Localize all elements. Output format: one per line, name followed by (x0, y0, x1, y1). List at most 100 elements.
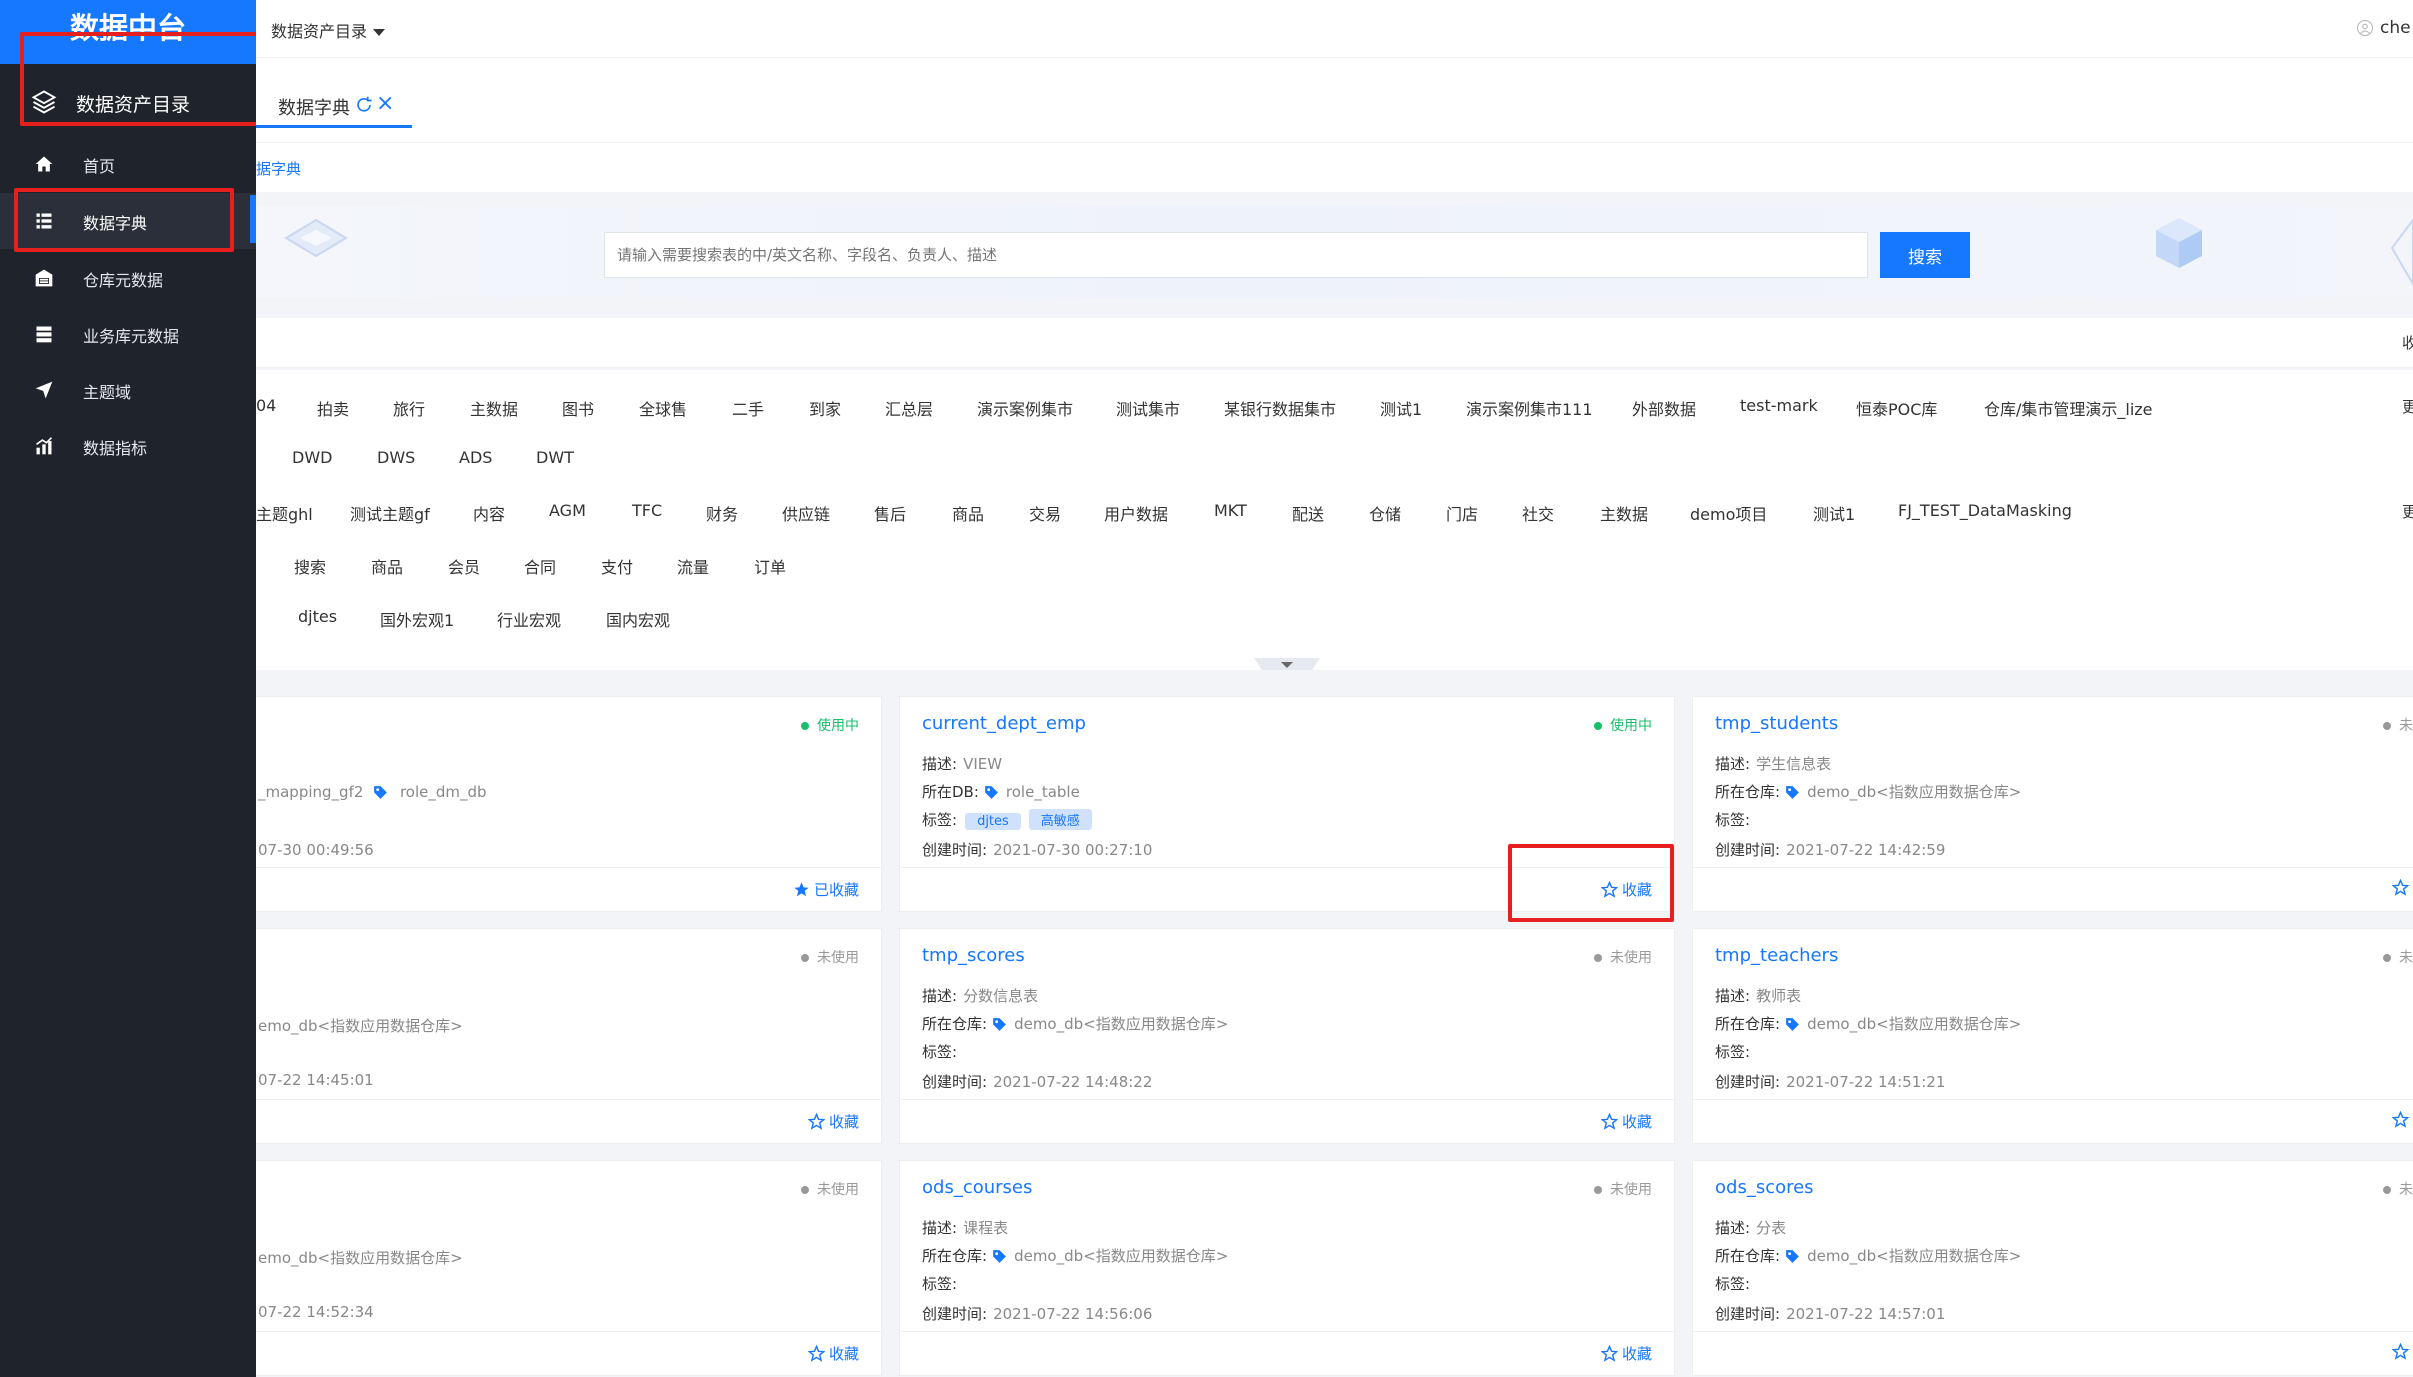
filter-chip[interactable]: 二手 (732, 396, 764, 420)
filter-chip[interactable]: 04 (256, 396, 276, 415)
filter-chip[interactable]: MKT (1214, 501, 1247, 520)
favorite-button[interactable] (2392, 879, 2413, 897)
favorite-button[interactable] (2392, 1111, 2413, 1129)
tab-data-dictionary[interactable]: 数据字典 × (256, 82, 412, 128)
filter-chip[interactable]: 门店 (1446, 501, 1478, 525)
filter-chip[interactable]: 测试集市 (1116, 396, 1180, 420)
filter-chip[interactable]: 供应链 (782, 501, 830, 525)
filter-chip[interactable]: 拍卖 (317, 396, 349, 420)
breadcrumb-current[interactable]: 据字典 (256, 158, 301, 179)
more-toggle[interactable]: 更 (2402, 501, 2413, 522)
filter-chip[interactable]: demo项目 (1690, 501, 1767, 525)
table-card[interactable]: 未使用 emo_db<指数应用数据仓库> 07-22 14:52:34 收藏 (256, 1160, 882, 1376)
filter-chip[interactable]: 主题ghl (256, 501, 313, 525)
table-card[interactable]: ods_scores 未 描述: 分表 所在仓库: demo_db<指数应用数据仓库… (1692, 1160, 2413, 1376)
filter-chip[interactable]: 演示案例集市 (977, 396, 1073, 420)
table-card[interactable]: current_dept_emp 使用中 描述: VIEW 所在DB: role_t… (899, 696, 1676, 912)
filter-chip[interactable]: 流量 (677, 554, 709, 578)
table-card[interactable]: ods_courses 未使用 描述: 课程表 所在仓库: demo_db<指数应用… (899, 1160, 1676, 1376)
filter-chip[interactable]: 配送 (1292, 501, 1324, 525)
filter-chip[interactable]: DWS (377, 448, 415, 467)
more-toggle[interactable]: 更 (2402, 396, 2413, 417)
filter-chip[interactable]: 商品 (371, 554, 403, 578)
filter-chip[interactable]: 演示案例集市111 (1466, 396, 1593, 420)
filter-chip[interactable]: FJ_TEST_DataMasking (1898, 501, 2072, 520)
table-name-link[interactable]: tmp_teachers (1715, 945, 1838, 966)
filter-chip[interactable]: 内容 (473, 501, 505, 525)
filter-chip[interactable]: 会员 (448, 554, 480, 578)
table-card[interactable]: 未使用 emo_db<指数应用数据仓库> 07-22 14:45:01 收藏 (256, 928, 882, 1144)
favorite-button[interactable]: 收藏 (1600, 1111, 1652, 1132)
sidebar-item-warehouse-metadata[interactable]: 仓库元数据 (0, 250, 256, 306)
close-icon[interactable]: × (376, 90, 394, 118)
tags-label: 标签: (1715, 1043, 1751, 1061)
filter-chip[interactable]: djtes (298, 607, 337, 626)
table-card[interactable]: tmp_students 未 描述: 学生信息表 所在仓库: demo_db<指数应… (1692, 696, 2413, 912)
search-button[interactable]: 搜索 (1880, 232, 1970, 278)
sidebar-item-data-dictionary[interactable]: 数据字典 (0, 193, 256, 249)
filter-chip[interactable]: 测试1 (1813, 501, 1855, 525)
filter-chip[interactable]: 测试1 (1380, 396, 1422, 420)
tag-pill: 高敏感 (1028, 809, 1092, 830)
filter-chip[interactable]: 测试主题gf (350, 501, 430, 525)
filter-chip[interactable]: 外部数据 (1632, 396, 1696, 420)
filter-chip[interactable]: AGM (549, 501, 586, 520)
filter-chip[interactable]: 汇总层 (885, 396, 933, 420)
filter-chip[interactable]: 国外宏观1 (380, 607, 454, 631)
filter-chip[interactable]: 支付 (601, 554, 633, 578)
collapse-filters-handle[interactable] (1254, 658, 1320, 678)
filter-chip[interactable]: 财务 (706, 501, 738, 525)
table-name-link[interactable]: tmp_scores (922, 945, 1025, 966)
filter-chip[interactable]: 用户数据 (1104, 501, 1168, 525)
filter-chip[interactable]: DWD (292, 448, 332, 467)
filter-chip[interactable]: TFC (632, 501, 662, 520)
filter-chip[interactable]: 商品 (952, 501, 984, 525)
filter-chip[interactable]: 到家 (809, 396, 841, 420)
table-name-link[interactable]: current_dept_emp (922, 713, 1086, 734)
filter-chip[interactable]: 订单 (754, 554, 786, 578)
filter-chip[interactable]: 仓储 (1369, 501, 1401, 525)
filter-chip[interactable]: 恒泰POC库 (1856, 396, 1937, 420)
favorite-button[interactable] (2392, 1343, 2413, 1361)
favorite-button[interactable]: 已收藏 (793, 879, 859, 900)
favorite-button[interactable]: 收藏 (1600, 879, 1652, 900)
filter-chip[interactable]: 旅行 (393, 396, 425, 420)
search-input[interactable] (604, 232, 1868, 278)
filter-chip[interactable]: 搜索 (294, 554, 326, 578)
sidebar-item-data-metrics[interactable]: 数据指标 (0, 418, 256, 474)
top-menu-dropdown[interactable]: 数据资产目录 (271, 18, 386, 42)
refresh-icon[interactable] (355, 96, 373, 114)
user-menu[interactable]: che (2356, 18, 2411, 38)
star-outline-icon (1600, 881, 1618, 898)
table-name-link[interactable]: tmp_students (1715, 713, 1838, 734)
filter-chip[interactable]: 主数据 (1600, 501, 1648, 525)
table-card[interactable]: 使用中 _mapping_gf2 role_dm_db 07-30 00:49:… (256, 696, 882, 912)
filter-chip[interactable]: test-mark (1740, 396, 1818, 415)
sidebar-item-subject-domain[interactable]: 主题域 (0, 362, 256, 418)
filter-chip[interactable]: 全球售 (639, 396, 687, 420)
sidebar-header-asset-catalog[interactable]: 数据资产目录 (0, 64, 256, 140)
favorite-button[interactable]: 收藏 (807, 1111, 859, 1132)
filter-chip[interactable]: 交易 (1029, 501, 1061, 525)
card-created: 07-30 00:49:56 (258, 841, 374, 859)
favorite-button[interactable]: 收藏 (807, 1343, 859, 1364)
filter-chip[interactable]: 某银行数据集市 (1224, 396, 1336, 420)
filter-chip[interactable]: 国内宏观 (606, 607, 670, 631)
filter-chip[interactable]: ADS (459, 448, 492, 467)
table-name-link[interactable]: ods_courses (922, 1177, 1032, 1198)
filter-chip[interactable]: 社交 (1522, 501, 1554, 525)
filter-chip[interactable]: 仓库/集市管理演示_lize (1984, 396, 2153, 420)
table-card[interactable]: tmp_teachers 未 描述: 教师表 所在仓库: demo_db<指数应用数… (1692, 928, 2413, 1144)
favorite-button[interactable]: 收藏 (1600, 1343, 1652, 1364)
table-card[interactable]: tmp_scores 未使用 描述: 分数信息表 所在仓库: demo_db<指数应… (899, 928, 1676, 1144)
filter-chip[interactable]: 图书 (562, 396, 594, 420)
table-name-link[interactable]: ods_scores (1715, 1177, 1814, 1198)
sidebar-item-home[interactable]: 首页 (0, 136, 256, 192)
filter-chip[interactable]: 主数据 (470, 396, 518, 420)
filter-chip[interactable]: 售后 (874, 501, 906, 525)
filter-chip[interactable]: 合同 (524, 554, 556, 578)
collapse-toggle-text[interactable]: 收 (2402, 332, 2413, 353)
filter-chip[interactable]: 行业宏观 (497, 607, 561, 631)
sidebar-item-business-metadata[interactable]: 业务库元数据 (0, 306, 256, 362)
filter-chip[interactable]: DWT (536, 448, 574, 467)
